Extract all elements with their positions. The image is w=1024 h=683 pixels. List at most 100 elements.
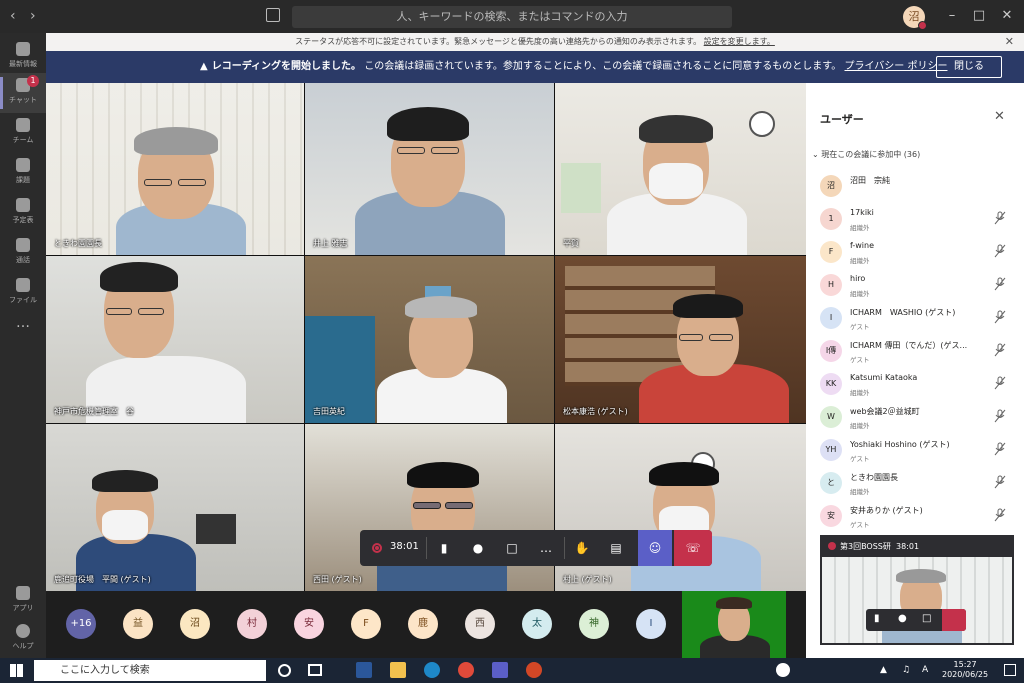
powerpoint-icon[interactable] <box>526 662 542 678</box>
muted-mic-icon <box>994 277 1006 291</box>
video-tile[interactable]: ときわ園園長 <box>46 83 304 255</box>
cortana-icon[interactable] <box>278 664 291 677</box>
participant-row[interactable]: KK Katsumi Kataoka 組織外 <box>818 369 1018 402</box>
network-icon[interactable]: ▲ <box>880 665 887 675</box>
close-panel-icon[interactable]: ✕ <box>994 109 1005 124</box>
person-hair <box>134 127 218 155</box>
participant-row[interactable]: YH Yoshiaki Hoshino (ゲスト) ゲスト <box>818 435 1018 468</box>
participant-avatar[interactable]: 沼 <box>180 609 210 639</box>
recording-bold-text: レコーディングを開始しました。 <box>211 61 362 72</box>
participant-avatar[interactable]: 神 <box>579 609 609 639</box>
microphone-icon[interactable]: ● <box>470 540 486 556</box>
rail-teams[interactable]: チーム <box>0 113 46 153</box>
rail-activity[interactable]: 最新情報 <box>0 37 46 77</box>
camera-icon[interactable]: ▮ <box>436 540 452 556</box>
mini-meeting-window[interactable]: 第3回BOSS研 38:01 ▮ ● □ <box>820 535 1014 645</box>
video-tile[interactable]: 鹿追町役場 平間 (ゲスト) <box>46 424 304 591</box>
participant-avatar[interactable]: I <box>636 609 666 639</box>
volume-icon[interactable]: ♫ <box>902 665 910 675</box>
hang-up-button[interactable] <box>942 609 966 631</box>
chat-icon[interactable]: ▤ <box>608 540 624 556</box>
participant-avatar[interactable]: F <box>351 609 381 639</box>
dismiss-notice-icon[interactable]: ✕ <box>1005 33 1014 51</box>
recording-notice: ▲ レコーディングを開始しました。 この会議は録画されています。参加することにより… <box>46 51 1024 83</box>
mini-controls: ▮ ● □ <box>866 609 966 631</box>
user-avatar[interactable]: 沼 <box>903 6 927 30</box>
rail-label: 課題 <box>16 176 30 184</box>
close-notice-button[interactable]: 閉じる <box>936 56 1002 78</box>
forward-icon[interactable]: › <box>30 8 36 24</box>
participant-row[interactable]: I ICHARM WASHIO (ゲスト) ゲスト <box>818 303 1018 336</box>
video-tile[interactable]: 井上 雅志 <box>305 83 554 255</box>
back-icon[interactable]: ‹ <box>10 8 16 24</box>
notifications-icon[interactable] <box>1004 664 1016 676</box>
overflow-count[interactable]: +16 <box>66 609 96 639</box>
participant-avatar[interactable]: 太 <box>522 609 552 639</box>
file-explorer-icon[interactable] <box>390 662 406 678</box>
participant-row[interactable]: 沼沼田 宗純 <box>818 171 1018 204</box>
rail-more[interactable]: … <box>0 313 46 353</box>
video-tile[interactable]: 神戸市危機管理室 谷 <box>46 256 304 423</box>
microphone-icon[interactable]: ● <box>898 613 907 624</box>
participant-name: 17kiki <box>850 208 874 217</box>
teams-icon[interactable] <box>492 662 508 678</box>
participants-button[interactable]: ☺ <box>638 530 672 566</box>
participant-row[interactable]: Wweb会議2＠益城町 組織外 <box>818 402 1018 435</box>
clock-date: 2020/06/25 <box>942 670 989 679</box>
participant-row[interactable]: Hhiro 組織外 <box>818 270 1018 303</box>
edge-icon[interactable] <box>424 662 440 678</box>
camera-icon[interactable]: ▮ <box>874 613 880 624</box>
maximize-icon[interactable]: □ <box>970 8 988 23</box>
rail-calendar[interactable]: 予定表 <box>0 193 46 233</box>
participant-name: 松本康浩 (ゲスト) <box>563 407 628 416</box>
raise-hand-icon[interactable]: ✋ <box>574 540 590 556</box>
participant-org: ゲスト <box>850 455 870 463</box>
search-input[interactable]: 人、キーワードの検索、またはコマンドの入力 <box>292 6 732 28</box>
rail-help[interactable]: ヘルプ <box>0 619 46 659</box>
participant-avatar[interactable]: 益 <box>123 609 153 639</box>
ime-icon[interactable]: A <box>922 665 928 675</box>
participant-row[interactable]: とときわ園園長 組織外 <box>818 468 1018 501</box>
windows-start-icon[interactable] <box>10 664 23 677</box>
rail-files[interactable]: ファイル <box>0 273 46 313</box>
participant-row[interactable]: Ff-wine 組織外 <box>818 237 1018 270</box>
rail-assignments[interactable]: 課題 <box>0 153 46 193</box>
word-icon[interactable] <box>356 662 372 678</box>
chrome-icon[interactable] <box>458 662 474 678</box>
task-view-icon[interactable] <box>308 664 322 676</box>
compose-icon[interactable] <box>266 8 280 22</box>
hang-up-button[interactable]: ☏ <box>674 530 712 566</box>
warning-icon: ▲ <box>200 61 208 72</box>
monitor <box>196 514 236 544</box>
participant-avatar[interactable]: 安 <box>294 609 324 639</box>
taskbar-search-input[interactable]: ここに入力して検索 <box>34 660 266 681</box>
section-header[interactable]: ⌄ 現在この会議に参加中 (36) <box>812 149 920 160</box>
help-tray-icon[interactable] <box>776 663 790 677</box>
participant-row[interactable]: 1 17kiki 組織外 <box>818 204 1018 237</box>
rail-chat[interactable]: 1 チャット <box>0 73 46 113</box>
participant-row[interactable]: I傳 ICHARM 傳田（でんだ）(ゲス... ゲスト <box>818 336 1018 369</box>
avatar-initial: 沼 <box>908 10 920 23</box>
change-settings-link[interactable]: 設定を変更します。 <box>704 37 775 46</box>
participant-avatar[interactable]: 西 <box>465 609 495 639</box>
share-screen-icon[interactable]: □ <box>504 540 520 556</box>
privacy-policy-link[interactable]: プライバシー ポリシー <box>845 61 948 72</box>
close-window-icon[interactable]: ✕ <box>998 8 1016 23</box>
video-tile[interactable]: 吉田英紀 <box>305 256 554 423</box>
participant-name: 西田 (ゲスト) <box>313 575 362 584</box>
self-view-video[interactable] <box>682 591 786 658</box>
participant-avatar[interactable]: 村 <box>237 609 267 639</box>
minimize-icon[interactable]: – <box>943 8 961 23</box>
taskbar-clock[interactable]: 15:27 2020/06/25 <box>942 660 988 680</box>
share-screen-icon[interactable]: □ <box>922 613 931 624</box>
video-tile[interactable]: 平賀 <box>555 83 806 255</box>
more-actions-icon[interactable]: … <box>538 540 554 556</box>
participant-avatar[interactable]: 鹿 <box>408 609 438 639</box>
rail-label: 通話 <box>16 256 30 264</box>
rail-apps[interactable]: アプリ <box>0 581 46 621</box>
video-tile[interactable]: 松本康浩 (ゲスト) <box>555 256 806 423</box>
wall-calendar <box>561 163 601 213</box>
participant-name: Katsumi Kataoka <box>850 373 918 382</box>
participant-row[interactable]: 安安井ありか (ゲスト) ゲスト <box>818 501 1018 534</box>
rail-calls[interactable]: 通話 <box>0 233 46 273</box>
